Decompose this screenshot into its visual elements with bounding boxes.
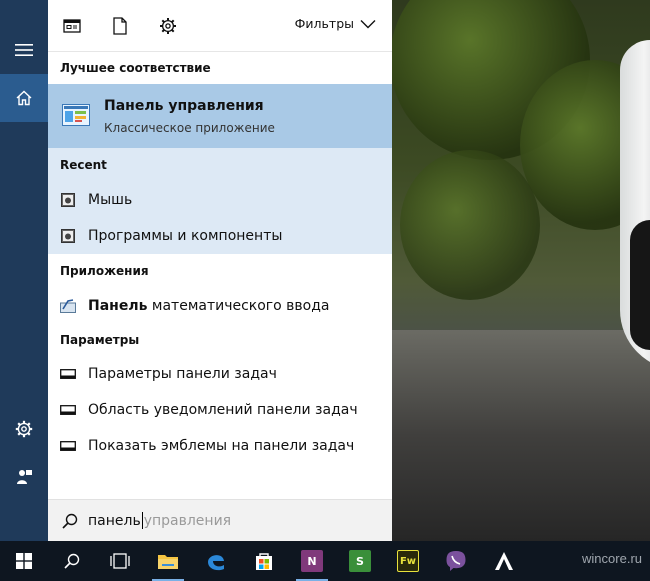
feedback-icon [17, 470, 32, 484]
list-item-label: Программы и компоненты [88, 228, 283, 244]
viber-icon [446, 551, 466, 571]
start-menu-rail [0, 0, 48, 541]
search-suggestion-text: управления [143, 512, 232, 529]
math-input-icon [60, 298, 76, 314]
task-view-button[interactable] [96, 541, 144, 581]
list-item-label: Параметры панели задач [88, 366, 277, 382]
taskbar-app-sway[interactable]: S [336, 541, 384, 581]
fireworks-icon: Fw [397, 550, 419, 572]
apps-header: Приложения [60, 264, 149, 278]
inkscape-icon [495, 552, 513, 570]
settings-header: Параметры [60, 333, 140, 347]
folder-icon [158, 555, 178, 569]
store-icon [256, 553, 272, 570]
list-item[interactable]: Панель математического ввода [48, 288, 392, 324]
list-item-label: Область уведомлений панели задач [88, 402, 358, 418]
search-icon [62, 513, 78, 529]
taskbar-app-file-explorer[interactable] [144, 541, 192, 581]
list-item-label: Показать эмблемы на панели задач [88, 438, 355, 454]
home-icon [16, 90, 32, 106]
onenote-icon: N [301, 550, 323, 572]
document-icon [113, 17, 127, 35]
settings-button[interactable] [0, 405, 48, 453]
taskbar-app-viber[interactable] [432, 541, 480, 581]
task-view-icon [110, 553, 130, 569]
best-match-item[interactable]: Панель управления Классическое приложени… [48, 84, 392, 148]
hamburger-menu-button[interactable] [0, 26, 48, 74]
taskbar-app-inkscape[interactable] [480, 541, 528, 581]
recent-header: Recent [60, 158, 107, 172]
recent-section: Recent Мышь Программы и компоненты [48, 148, 392, 254]
taskbar-app-edge[interactable] [192, 541, 240, 581]
list-item[interactable]: Параметры панели задач [48, 356, 392, 392]
search-input[interactable]: панель управления [48, 499, 392, 541]
list-item[interactable]: Программы и компоненты [48, 218, 392, 254]
chevron-down-icon [360, 19, 376, 28]
filters-label: Фильтры [294, 16, 354, 31]
list-item[interactable]: Показать эмблемы на панели задач [48, 428, 392, 464]
taskbar-settings-icon [60, 366, 76, 382]
best-match-subtitle: Классическое приложение [104, 121, 275, 135]
windows-logo-icon [16, 553, 32, 569]
control-panel-icon [62, 104, 90, 126]
taskbar-app-fireworks[interactable]: Fw [384, 541, 432, 581]
search-icon [64, 553, 80, 569]
edge-icon [208, 555, 224, 571]
settings-filter-button[interactable] [158, 16, 178, 36]
taskbar-app-onenote[interactable]: N [288, 541, 336, 581]
hamburger-icon [15, 44, 33, 56]
filters-dropdown[interactable]: Фильтры [295, 16, 376, 31]
apps-icon [63, 19, 81, 33]
best-match-name: Панель управления [104, 98, 264, 114]
watermark-text: wincore.ru [582, 551, 642, 566]
apps-filter-button[interactable] [62, 16, 82, 36]
sway-icon: S [349, 550, 371, 572]
list-item[interactable]: Мышь [48, 182, 392, 218]
taskbar-settings-icon [60, 402, 76, 418]
taskbar: N S Fw wincore.ru [0, 541, 650, 581]
list-item-label: Мышь [88, 192, 133, 208]
search-button[interactable] [48, 541, 96, 581]
taskbar-settings-icon [60, 438, 76, 454]
control-panel-icon [60, 192, 76, 208]
control-panel-icon [60, 228, 76, 244]
search-toolbar: Фильтры [48, 0, 392, 52]
feedback-button[interactable] [0, 453, 48, 501]
gear-icon [160, 18, 176, 34]
start-button[interactable] [0, 541, 48, 581]
search-results-panel: Фильтры Лучшее соответствие Панель управ… [48, 0, 392, 541]
taskbar-app-store[interactable] [240, 541, 288, 581]
best-match-header: Лучшее соответствие [60, 61, 211, 75]
text-caret [141, 512, 143, 529]
list-item[interactable]: Область уведомлений панели задач [48, 392, 392, 428]
documents-filter-button[interactable] [110, 16, 130, 36]
gear-icon [15, 420, 33, 438]
home-button[interactable] [0, 74, 48, 122]
list-item-label: Панель математического ввода [88, 298, 330, 314]
search-typed-text: панель [88, 512, 141, 529]
